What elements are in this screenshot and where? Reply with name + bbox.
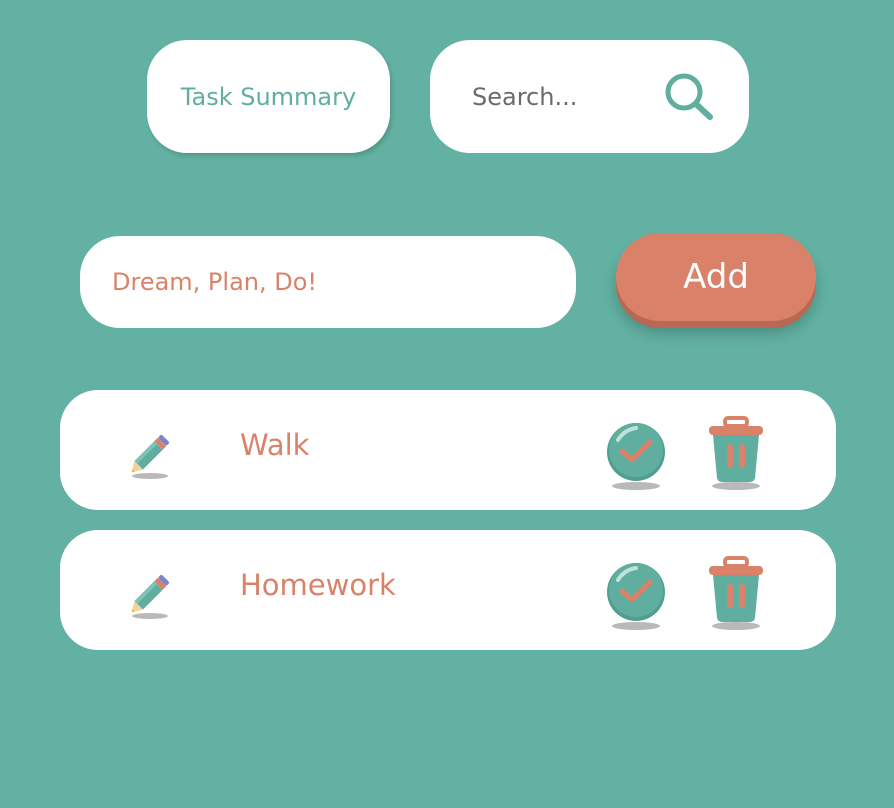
search-input[interactable] xyxy=(470,81,654,112)
add-task-button[interactable]: Add xyxy=(616,233,816,321)
trash-icon[interactable] xyxy=(704,414,768,492)
checkmark-circle-icon[interactable] xyxy=(604,418,668,494)
pencil-icon[interactable] xyxy=(122,426,178,482)
task-summary-label: Task Summary xyxy=(180,82,357,111)
task-summary-button[interactable]: Task Summary xyxy=(147,40,390,153)
new-task-field[interactable] xyxy=(80,236,576,328)
search-box[interactable] xyxy=(430,40,749,153)
task-label: Homework xyxy=(240,568,396,602)
pencil-icon[interactable] xyxy=(122,566,178,622)
trash-icon[interactable] xyxy=(704,554,768,632)
task-row: Walk xyxy=(60,390,836,510)
checkmark-circle-icon[interactable] xyxy=(604,558,668,634)
add-button-label: Add xyxy=(683,257,749,297)
search-icon[interactable] xyxy=(662,70,716,124)
task-row: Homework xyxy=(60,530,836,650)
task-label: Walk xyxy=(240,428,310,462)
new-task-input[interactable] xyxy=(110,267,544,297)
